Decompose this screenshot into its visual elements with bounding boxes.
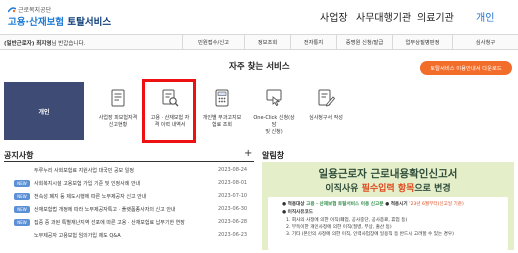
notice-date: 2023-08-01 xyxy=(218,180,248,186)
notice-item[interactable]: 노무제공자 고용보험 임의가입 제도 Q&A 2023-06-23 xyxy=(14,231,252,241)
welcome-message: (일반근로자) 최지영님 반갑습니다. xyxy=(4,39,85,47)
notice-item[interactable]: NEW 사회복지시설 고용보험 가입 기준 및 인정사례 안내 2023-08-01 xyxy=(14,179,252,189)
menu-civil-report[interactable]: 민원접수/신고 xyxy=(182,35,244,49)
document-list-icon xyxy=(111,89,125,107)
nav-agency[interactable]: 사무대행기관 xyxy=(356,9,411,24)
notice-text: 산재보험법 개정에 따라 노무제공자특고 · 플랫폼종사자의 신고 안내 xyxy=(34,207,176,213)
alert-scope-label: ● 적용대상 xyxy=(282,202,307,207)
notice-divider xyxy=(4,161,254,162)
service-label: 심사청구서 작성 xyxy=(309,115,343,121)
notice-title: 공지사항 xyxy=(4,151,34,160)
site-title-highlight: 고용·산재보험 xyxy=(8,17,65,28)
welcome-suffix: 님 반갑습니다. xyxy=(51,41,86,47)
alert-date-label: ● 적용시기 xyxy=(383,202,410,207)
notice-text: 노무제공자 고용보험 임의가입 제도 Q&A xyxy=(34,233,121,239)
notice-text: 전속성 폐지 등 제도시행에 따른 노무제공자 신고 안내 xyxy=(34,194,147,200)
notice-item[interactable]: NEW 전속성 폐지 등 제도시행에 따른 노무제공자 신고 안내 2023-07-… xyxy=(14,192,252,202)
alert-subhead-pre: 이직사유 xyxy=(325,184,362,194)
site-header: 근로복지공단 고용·산재보험 토탈서비스 사업장 사무대행기관 의료기관 개인 xyxy=(0,0,518,34)
hand-click-icon xyxy=(266,89,282,107)
org-name: 근로복지공단 xyxy=(18,7,52,14)
alert-detail-card: ● 적용대상 고용 · 산재보험 토탈서비스 이용 신고분 ● 적용시기 '23… xyxy=(268,197,508,250)
new-badge: NEW xyxy=(14,180,30,187)
alert-code-heading: ● 이직사유코드 xyxy=(282,209,313,215)
site-title-rest: 토탈서비스 xyxy=(64,17,112,28)
alert-date-value: '23년 6월부터(신고일 기준) xyxy=(409,202,464,207)
notice-item[interactable]: NEW 집중 중 과된 특별재난지역 선포에 따른 고용 · 산재보험료 납부기한… xyxy=(14,218,252,228)
nav-individual[interactable]: 개인 xyxy=(476,9,494,24)
site-title: 고용·산재보험 토탈서비스 xyxy=(8,14,111,28)
nav-workplace[interactable]: 사업장 xyxy=(320,9,348,24)
pencil-document-icon xyxy=(318,89,336,107)
notice-text: 집중 중 과된 특별재난지역 선포에 따른 고용 · 산재보험료 납부기한 연장 xyxy=(34,220,185,226)
notice-item[interactable]: NEW 산재보험법 개정에 따라 노무제공자특고 · 플랫폼종사자의 신고 안내 2… xyxy=(14,205,252,215)
notice-item[interactable]: 두루누리 사회보험료 지원사업 대국민 공모 일정 2023-08-24 xyxy=(14,166,252,176)
alert-scope-value: 고용 · 산재보험 토탈서비스 이용 신고분 xyxy=(306,202,384,207)
notice-text: 사회복지시설 고용보험 가입 기준 및 인정사례 안내 xyxy=(34,181,141,187)
menu-certificate[interactable]: 증명원 신청/발급 xyxy=(336,35,392,49)
alert-subhead: 이직사유 필수입력 항목으로 변경 xyxy=(262,181,514,194)
nav-medical[interactable]: 의료기관 xyxy=(417,9,454,24)
notice-date: 2023-06-23 xyxy=(218,232,248,238)
alert-code-2: 2. 부득이한 개인사정에 의한 이직(질병, 부상, 출산 등) xyxy=(286,225,392,230)
alert-subhead-post: 으로 변경 xyxy=(414,184,451,194)
alert-code-1: 1. 회사의 사정에 의한 이직(폐업, 공사중단, 공사종료, 휴업 등) xyxy=(286,218,408,223)
service-label: 사업장 피보험자격 신고현황 xyxy=(98,115,138,128)
service-premium-lookup[interactable]: 개인별 부과고지보 험료 조회 xyxy=(200,82,244,140)
new-badge: NEW xyxy=(14,193,30,200)
tab-individual[interactable]: 개인 xyxy=(4,82,84,140)
notice-date: 2023-06-28 xyxy=(218,219,248,225)
logo-mark-icon xyxy=(8,7,16,13)
service-review-form[interactable]: 심사청구서 작성 xyxy=(304,82,348,140)
alert-code-label: ● 이직사유코드 xyxy=(282,210,313,215)
frequent-services-title: 자주 찾는 서비스 xyxy=(229,62,290,72)
service-insured-status[interactable]: 사업장 피보험자격 신고현황 xyxy=(96,82,140,140)
notice-more-button[interactable]: + xyxy=(244,148,252,159)
notice-date: 2023-07-10 xyxy=(218,193,248,199)
sub-menu-bar: (일반근로자) 최지영님 반갑습니다. 민원접수/신고 정보조회 전자통지 증명… xyxy=(0,34,518,50)
new-badge: NEW xyxy=(14,206,30,213)
menu-disease-judgment[interactable]: 업무상질병판정 xyxy=(392,35,452,49)
menu-info-lookup[interactable]: 정보조회 xyxy=(244,35,290,49)
calculator-icon xyxy=(215,89,229,107)
service-label: 개인별 부과고지보 험료 조회 xyxy=(202,115,242,128)
welcome-user: (일반근로자) 최지영 xyxy=(4,41,52,47)
notice-text: 두루누리 사회보험료 지원사업 대국민 공모 일정 xyxy=(34,168,134,174)
highlight-box xyxy=(142,79,196,143)
alert-title: 알림창 xyxy=(262,151,285,160)
service-label: One-Click 신청(상담 및 신청) xyxy=(253,115,295,135)
new-badge: NEW xyxy=(14,219,30,226)
alert-banner[interactable]: 일용근로자 근로내용확인신고서 이직사유 필수입력 항목으로 변경 ● 적용대상… xyxy=(262,162,514,250)
alert-scope-line: ● 적용대상 고용 · 산재보험 토탈서비스 이용 신고분 ● 적용시기 '23… xyxy=(282,201,464,207)
menu-review-request[interactable]: 심사청구 xyxy=(452,35,518,49)
menu-e-notice[interactable]: 전자통지 xyxy=(290,35,336,49)
alert-subhead-highlight: 필수입력 항목 xyxy=(361,184,415,194)
guide-download-button[interactable]: 토탈서비스 이용안내서 다운로드 xyxy=(420,61,512,75)
alert-headline: 일용근로자 근로내용확인신고서 xyxy=(318,168,458,180)
notice-date: 2023-08-24 xyxy=(218,167,248,173)
service-one-click[interactable]: One-Click 신청(상담 및 신청) xyxy=(252,82,296,140)
alert-code-3: 3. 기타 (본인의 사정에 의한 이직, 인력사업장에 일용직 등 반드시 고… xyxy=(286,232,454,237)
notice-date: 2023-06-30 xyxy=(218,206,248,212)
